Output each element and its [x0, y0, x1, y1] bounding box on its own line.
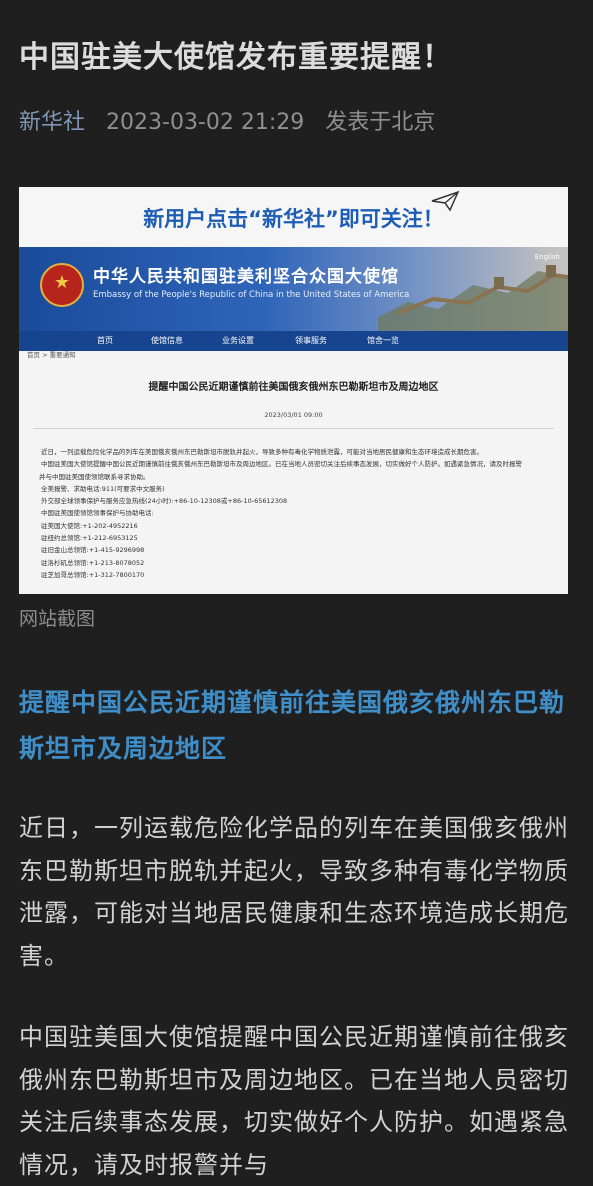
notice-line: 驻美国大使馆:+1-202-4952216: [41, 521, 138, 530]
notice-body: 近日，一列运载危险化学品的列车在美国俄亥俄州东巴勒斯坦市脱轨并起火，导致多种有毒…: [39, 446, 559, 581]
divider: [33, 428, 554, 429]
notice-line: 外交部全球领事保护与服务应急热线(24小时):+86-10-12308或+86-…: [41, 497, 288, 506]
notice-line: 驻旧金山总领馆:+1-415-9296998: [41, 546, 145, 555]
notice-date: 2023/03/01 09:00: [264, 411, 323, 419]
paper-plane-icon: [431, 190, 460, 212]
embassy-name-cn: 中华人民共和国驻美利坚合众国大使馆: [93, 267, 399, 287]
notice-line: 全美报警、求助电话:911(可要求中文服务): [41, 484, 165, 493]
nav-item-consular: 领事服务: [295, 336, 327, 345]
notice-line: 中国驻美国使领馆领事保护与协助电话:: [41, 509, 154, 518]
follow-banner-text: 新用户点击“新华社”即可关注！: [143, 207, 444, 231]
nav-item-premises: 馆舍一览: [367, 336, 399, 345]
notice-title: 提醒中国公民近期谨慎前往美国俄亥俄州东巴勒斯坦市及周边地区: [148, 382, 439, 393]
english-link: English: [534, 253, 560, 261]
nav-item-embassy-info: 使馆信息: [151, 336, 183, 345]
embassy-name-en: Embassy of the People's Republic of Chin…: [93, 290, 410, 300]
publish-time: 2023-03-02 21:29: [106, 110, 305, 135]
breadcrumb: 首页 > 重要通知: [27, 351, 76, 359]
source-link[interactable]: 新华社: [19, 110, 85, 135]
follow-banner[interactable]: 新用户点击“新华社”即可关注！: [19, 187, 568, 247]
section-heading: 提醒中国公民近期谨慎前往美国俄亥俄州东巴勒斯坦市及周边地区: [19, 688, 566, 763]
nav-item-home: 首页: [97, 336, 113, 345]
nav-item-business: 业务设置: [222, 336, 254, 345]
notice-line: 驻纽约总领馆:+1-212-6953125: [41, 534, 138, 543]
article-paragraph: 中国驻美国大使馆提醒中国公民近期谨慎前往俄亥俄州东巴勒斯坦市及周边地区。已在当地…: [19, 1023, 569, 1179]
embassy-nav: 首页 使馆信息 业务设置 领事服务 馆舍一览: [19, 331, 568, 351]
national-emblem-icon: ★: [40, 263, 84, 307]
notice-line: 驻洛杉矶总领馆:+1-213-8078052: [41, 558, 145, 567]
notice-line: 中国驻美国大使馆提醒中国公民近期谨慎前往俄亥俄州东巴勒斯坦市及周边地区。已在当地…: [41, 460, 522, 469]
article-paragraph: 近日，一列运载危险化学品的列车在美国俄亥俄州东巴勒斯坦市脱轨并起火，导致多种有毒…: [19, 814, 569, 970]
website-screenshot-image: 新用户点击“新华社”即可关注！ ★ 中华人民共和国驻美利坚合众国大使馆 Emba…: [19, 187, 568, 594]
notice-line: 近日，一列运载危险化学品的列车在美国俄亥俄州东巴勒斯坦市脱轨并起火，导致多种有毒…: [41, 448, 483, 456]
notice-line: 并与中国驻美国使领馆联系寻求协助。: [39, 472, 150, 481]
article-meta: 新华社 2023-03-02 21:29 发表于北京: [19, 104, 435, 136]
image-caption: 网站截图: [19, 608, 96, 630]
embassy-header: ★ 中华人民共和国驻美利坚合众国大使馆 Embassy of the Peopl…: [19, 247, 568, 331]
publish-location: 发表于北京: [325, 110, 436, 135]
notice-line: 驻芝加哥总领馆:+1-312-7800170: [41, 570, 145, 579]
article-title: 中国驻美大使馆发布重要提醒！: [19, 40, 453, 75]
